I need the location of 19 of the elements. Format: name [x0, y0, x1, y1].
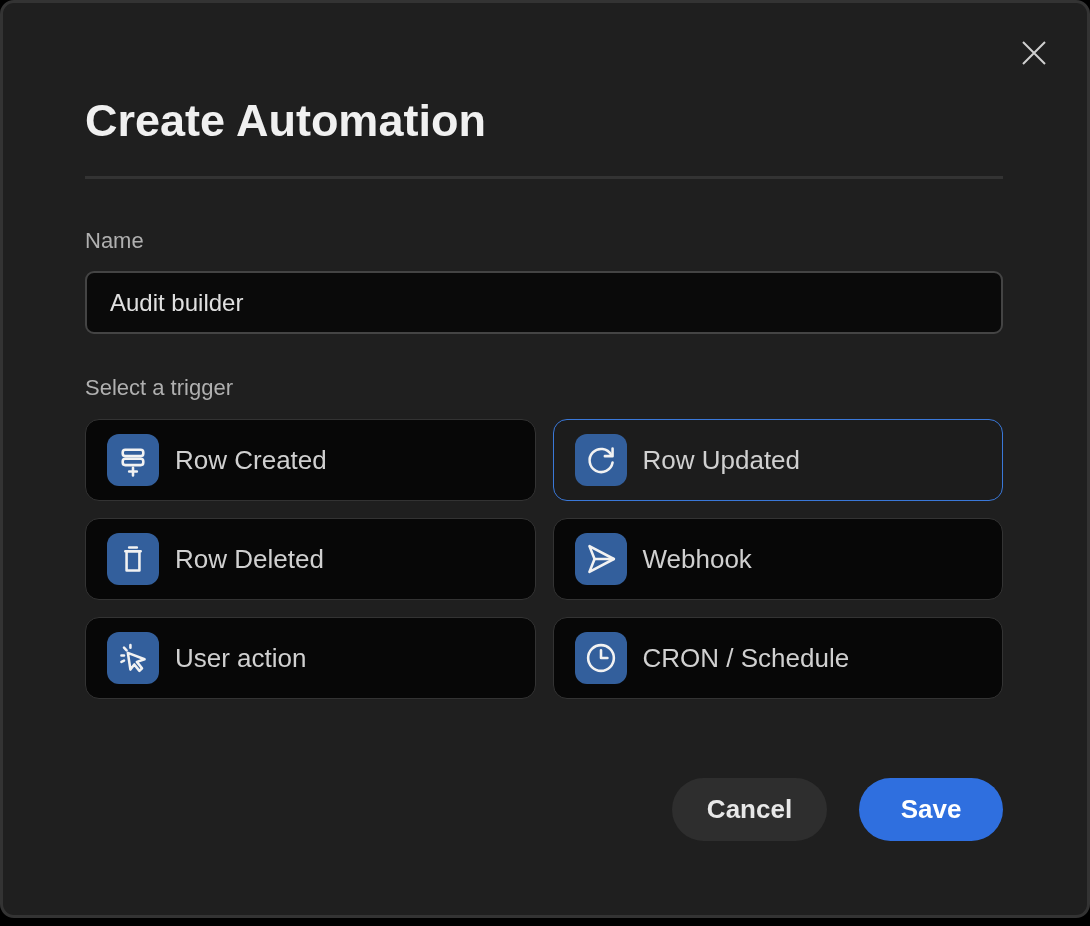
field-label: Name: [85, 227, 144, 255]
send-icon: [574, 533, 627, 585]
save-button[interactable]: Save: [859, 778, 1003, 841]
trigger-option[interactable]: Row Created: [85, 419, 536, 501]
trigger-option[interactable]: CRON / Schedule: [552, 617, 1003, 699]
name-input-field[interactable]: Audit builder: [85, 271, 1003, 334]
close-icon[interactable]: [1021, 40, 1047, 66]
cursor-click-icon: [107, 632, 159, 684]
section-label: Select a trigger: [85, 374, 233, 402]
rows-plus-icon: [107, 434, 159, 486]
trigger-option[interactable]: Webhook: [552, 518, 1003, 600]
trigger-option[interactable]: User action: [85, 617, 536, 699]
trigger-option[interactable]: Row Updated: [552, 419, 1003, 501]
cancel-button[interactable]: Cancel: [672, 778, 827, 841]
trigger-option[interactable]: Row Deleted: [85, 518, 536, 600]
clock-icon: [574, 632, 627, 684]
refresh-icon: [574, 434, 627, 486]
dialog-title: Create Automation: [85, 94, 486, 148]
trash-icon: [107, 533, 159, 585]
